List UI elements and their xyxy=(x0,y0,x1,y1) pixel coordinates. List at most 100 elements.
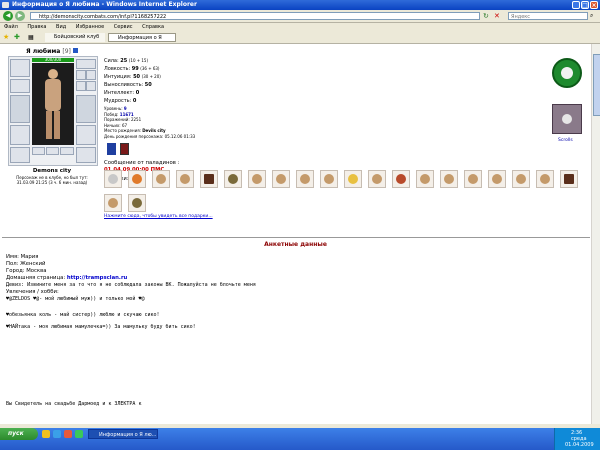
menu-favorites[interactable]: Избранное xyxy=(76,24,104,30)
gift-17[interactable] xyxy=(488,170,506,188)
hp-bar: 300/300 xyxy=(32,58,74,62)
clan-emblem-icon[interactable] xyxy=(552,58,582,88)
favorites-star-icon[interactable]: ★ xyxy=(3,34,11,41)
refresh-icon[interactable]: ↻ xyxy=(483,12,491,20)
start-button[interactable]: пуск xyxy=(0,428,38,440)
character-avatar[interactable] xyxy=(32,63,74,145)
quicklaunch-icon-4[interactable] xyxy=(75,430,83,438)
gift-1[interactable] xyxy=(104,170,122,188)
gift-16[interactable] xyxy=(464,170,482,188)
taskbar-item-browser[interactable]: Информация о Я лю... xyxy=(88,429,158,439)
tab-info[interactable]: Информация о Я любима xyxy=(108,33,176,50)
menu-edit[interactable]: Правка xyxy=(27,24,46,30)
belt-slot[interactable] xyxy=(10,147,30,163)
gift-15[interactable] xyxy=(440,170,458,188)
quicklaunch-icon-2[interactable] xyxy=(53,430,61,438)
window-titlebar[interactable]: Информация о Я любима - Windows Internet… xyxy=(0,0,600,10)
pants-slot[interactable] xyxy=(76,125,96,145)
gift-4[interactable] xyxy=(176,170,194,188)
gift-8[interactable] xyxy=(272,170,290,188)
menu-view[interactable]: Вид xyxy=(56,24,66,30)
details-block: Уровень: 9 Побед: 11671 Поражений: 2251 … xyxy=(104,106,244,139)
small-slot-3[interactable] xyxy=(60,147,74,155)
earring-slot[interactable] xyxy=(76,59,96,69)
quicklaunch-icon-1[interactable] xyxy=(42,430,50,438)
info-icon[interactable] xyxy=(72,48,78,53)
shield-slot[interactable] xyxy=(76,95,96,123)
gift-5[interactable] xyxy=(200,170,218,188)
clan-icon[interactable] xyxy=(107,143,116,155)
small-slot-2[interactable] xyxy=(46,147,59,155)
menu-bar: Файл Правка Вид Избранное Сервис Справка xyxy=(0,23,600,32)
window-title: Информация о Я любима - Windows Internet… xyxy=(12,1,197,8)
ring-slot-3[interactable] xyxy=(76,81,86,91)
gift-7[interactable] xyxy=(248,170,266,188)
last-seen: 31.03.09 21:25 (3 ч. 6 мин. назад) xyxy=(16,180,88,185)
maximize-button[interactable]: □ xyxy=(581,1,589,9)
scrollbar-thumb[interactable] xyxy=(593,54,600,116)
scroll-banner-icon[interactable] xyxy=(552,104,582,134)
amulet-slot[interactable] xyxy=(10,79,30,93)
ie-icon xyxy=(2,2,9,8)
scrolls-label[interactable]: Scrolls xyxy=(558,138,573,143)
search-icon[interactable]: ⌕ xyxy=(590,12,598,20)
vertical-scrollbar[interactable] xyxy=(591,44,600,424)
avatar-head xyxy=(48,69,58,79)
gift-14[interactable] xyxy=(416,170,434,188)
gift-12[interactable] xyxy=(368,170,386,188)
character-name[interactable]: Я любима xyxy=(26,48,60,55)
profile-gender: Пол: Женский xyxy=(6,261,46,267)
section-title: Анкетные данные xyxy=(264,241,327,248)
gift-19[interactable] xyxy=(536,170,554,188)
address-input[interactable]: http://demonscity.combats.com/inf.pl?116… xyxy=(30,12,480,20)
avatar-leg-right xyxy=(54,111,60,139)
add-favorite-icon[interactable]: ✚ xyxy=(14,34,22,41)
forward-button[interactable]: ▶ xyxy=(15,11,25,21)
minimize-button[interactable]: _ xyxy=(572,1,580,9)
boots-slot[interactable] xyxy=(76,147,96,163)
page-content: Я любима [9] 300/300 Demons city Персона… xyxy=(0,44,591,424)
character-level: [9] xyxy=(62,48,71,55)
small-slot-1[interactable] xyxy=(32,147,45,155)
stop-icon[interactable]: ✕ xyxy=(494,12,502,20)
gift-18[interactable] xyxy=(512,170,530,188)
tab-fight-club[interactable]: Бойцовский клуб xyxy=(45,33,105,42)
clock-date: 01.04.2009 xyxy=(565,442,594,448)
close-button[interactable]: × xyxy=(590,1,598,9)
gloves-slot[interactable] xyxy=(86,81,96,91)
armor-slot[interactable] xyxy=(10,125,30,145)
profile-city: Город: Москва xyxy=(6,268,47,274)
gift-2[interactable] xyxy=(128,170,146,188)
ring-slot-1[interactable] xyxy=(76,70,86,80)
profile-homepage: Домашняя страница: http://trampsclan.ru xyxy=(6,275,127,281)
search-input[interactable]: Яндекс xyxy=(508,12,588,20)
paladin-label: Сообщение от паладинов : xyxy=(104,160,180,166)
gift-13[interactable] xyxy=(392,170,410,188)
gift-9[interactable] xyxy=(296,170,314,188)
gift-10[interactable] xyxy=(320,170,338,188)
all-gifts-link[interactable]: Нажмите сюда, чтобы увидеть все подарки.… xyxy=(104,214,213,219)
homepage-link[interactable]: http://trampsclan.ru xyxy=(67,275,128,281)
gift-22[interactable] xyxy=(128,194,146,212)
back-button[interactable]: ◀ xyxy=(3,11,13,21)
weapon-slot[interactable] xyxy=(10,95,30,123)
stat-wisdom: Мудрость: 0 xyxy=(104,98,137,104)
gift-21[interactable] xyxy=(104,194,122,212)
align-icon[interactable] xyxy=(120,143,129,155)
section-divider xyxy=(2,237,590,238)
profile-motto: Девиз: Извините меня за то что я не собл… xyxy=(6,282,256,288)
menu-tools[interactable]: Сервис xyxy=(114,24,133,30)
address-toolbar: ◀ ▶ http://demonscity.combats.com/inf.pl… xyxy=(0,10,600,23)
tab-bar: ★ ✚ ▦ Бойцовский клуб Информация о Я люб… xyxy=(0,32,600,50)
gift-3[interactable] xyxy=(152,170,170,188)
gift-6[interactable] xyxy=(224,170,242,188)
gift-20[interactable] xyxy=(560,170,578,188)
ring-slot-2[interactable] xyxy=(86,70,96,80)
profile-line-3: ♥НАЙтака - моя любимая мамулечка=)) За м… xyxy=(6,324,196,330)
tab-list-icon[interactable]: ▦ xyxy=(28,34,40,41)
helmet-slot[interactable] xyxy=(10,59,30,77)
gift-11[interactable] xyxy=(344,170,362,188)
quicklaunch-icon-3[interactable] xyxy=(64,430,72,438)
menu-file[interactable]: Файл xyxy=(4,24,18,30)
menu-help[interactable]: Справка xyxy=(142,24,164,30)
